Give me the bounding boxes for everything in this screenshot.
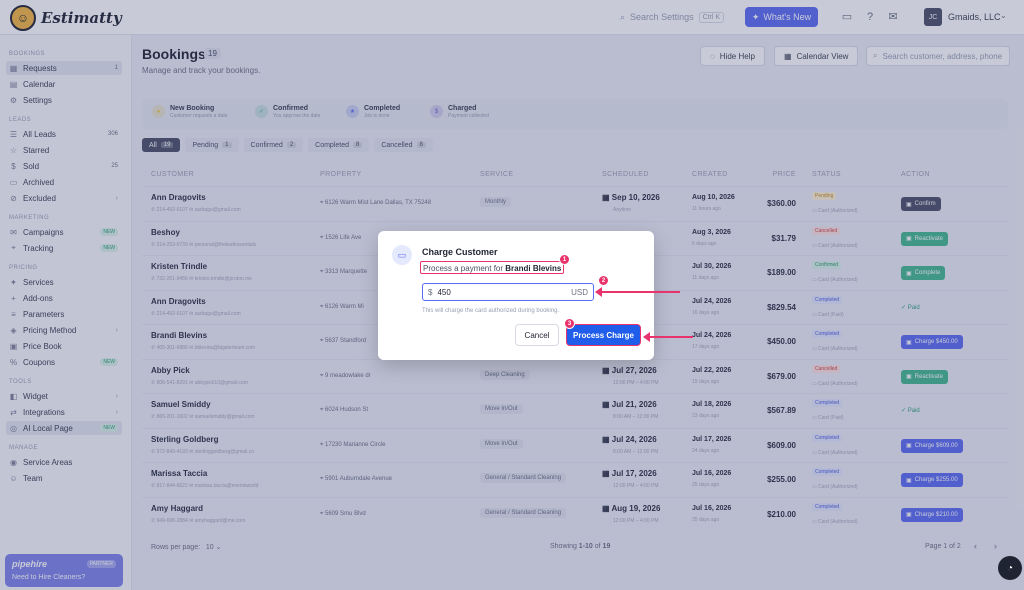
annotation-badge-1: 1	[559, 254, 570, 265]
chat-icon[interactable]: ◔	[998, 556, 1022, 580]
charge-note: This will charge the card authorized dur…	[422, 308, 560, 314]
cancel-button[interactable]: Cancel	[515, 324, 559, 346]
modal-subtitle-prefix: Process a payment for	[423, 264, 506, 273]
credit-card-icon: ▭	[392, 245, 412, 265]
currency-code: USD	[571, 287, 588, 297]
modal-subtitle: Process a payment for Brandi Blevins	[420, 261, 565, 274]
process-charge-button[interactable]: Process Charge	[566, 324, 641, 346]
charge-amount-input[interactable]: $ 450 USD	[422, 283, 594, 301]
currency-symbol: $	[428, 287, 433, 297]
modal-title: Charge Customer	[422, 247, 498, 257]
charge-customer-modal: ▭ Charge Customer Process a payment for …	[378, 231, 654, 360]
annotation-arrow-3	[643, 332, 693, 342]
annotation-badge-3: 3	[564, 318, 575, 329]
charge-amount-value: 450	[437, 287, 451, 297]
customer-name: Brandi Blevins	[505, 264, 562, 273]
annotation-arrow-2	[595, 287, 680, 297]
annotation-badge-2: 2	[598, 275, 609, 286]
